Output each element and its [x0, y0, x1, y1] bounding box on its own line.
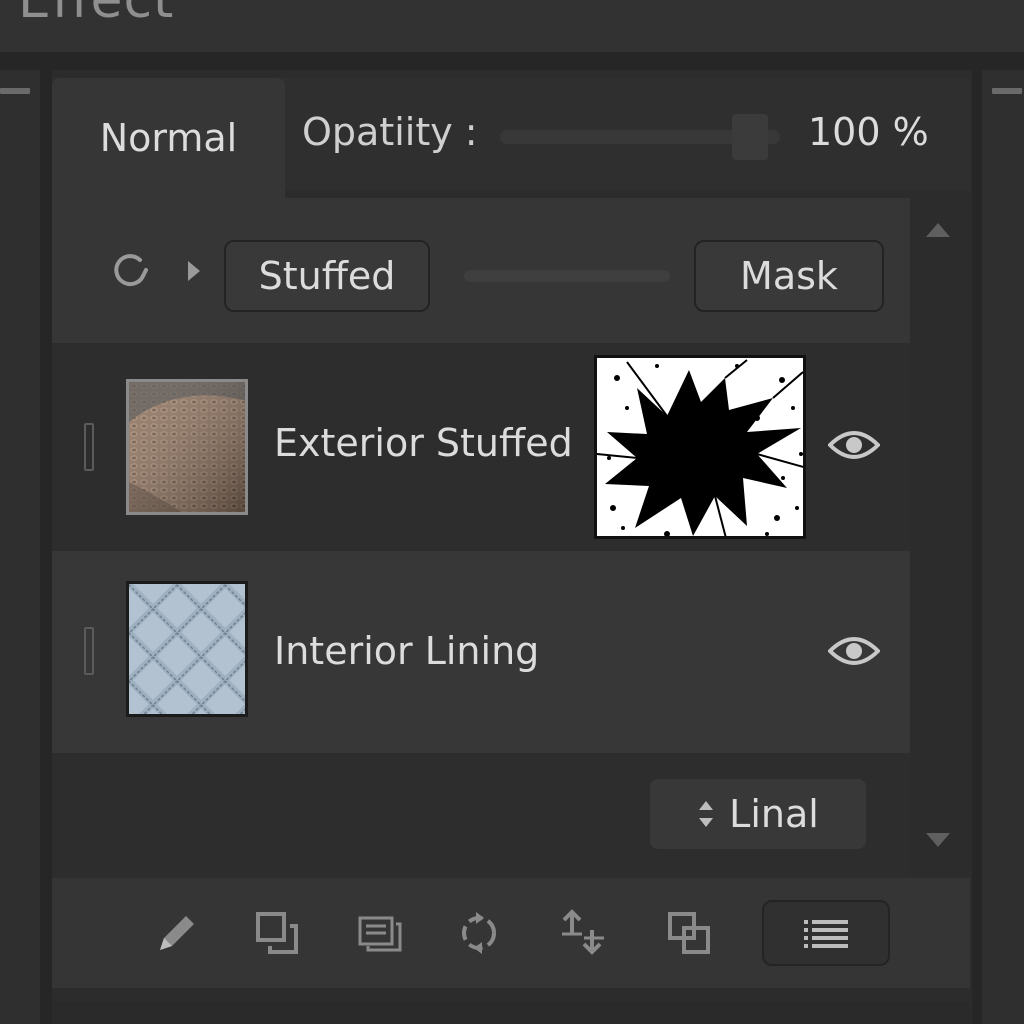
- expand-arrow-icon[interactable]: [184, 258, 204, 284]
- blend-bar: Normal Opatiity : 100 %: [52, 78, 970, 198]
- pencil-icon[interactable]: [152, 908, 202, 958]
- drag-handle[interactable]: [84, 423, 94, 471]
- visibility-eye-icon[interactable]: [828, 427, 880, 463]
- opacity-label: Opatiity :: [302, 110, 478, 154]
- collapse-handle[interactable]: [0, 88, 30, 94]
- title-bar: Effect: [0, 0, 1024, 52]
- collapse-handle[interactable]: [992, 88, 1022, 94]
- list-icon: [804, 920, 848, 948]
- layers-panel-window: Effect Normal Opatiity : 100 % Stuffed M…: [0, 0, 1024, 1024]
- layers-stack-icon[interactable]: [356, 908, 406, 958]
- group-row[interactable]: Stuffed Mask: [52, 198, 910, 343]
- knit-texture-image: [129, 382, 245, 512]
- layer-name[interactable]: Interior Lining: [274, 629, 539, 673]
- rotate-icon[interactable]: [454, 908, 504, 958]
- layer-row-interior-lining[interactable]: Interior Lining: [52, 551, 910, 753]
- link-connector: [464, 270, 670, 282]
- layer-list: Stuffed Mask Exterior Stuffed Interior L…: [52, 198, 910, 878]
- panel-bottom-edge: [52, 1002, 970, 1024]
- layers-panel: Normal Opatiity : 100 % Stuffed Mask Ext…: [52, 70, 972, 1024]
- drag-handle[interactable]: [84, 627, 94, 675]
- layer-mask-thumbnail[interactable]: [594, 355, 806, 539]
- right-side-panel: [982, 70, 1024, 1024]
- scroll-up-arrow-icon[interactable]: [924, 220, 952, 240]
- left-side-panel: [0, 70, 40, 1024]
- arrange-icon[interactable]: [666, 908, 716, 958]
- scroll-down-arrow-icon[interactable]: [924, 830, 952, 850]
- splatter-mask-image: [597, 358, 803, 536]
- layer-thumbnail-knit[interactable]: [126, 379, 248, 515]
- linal-label: Linal: [729, 792, 819, 836]
- layer-name[interactable]: Exterior Stuffed: [274, 421, 573, 465]
- duplicate-icon[interactable]: [252, 908, 302, 958]
- visibility-eye-icon[interactable]: [828, 633, 880, 669]
- layer-row-exterior-stuffed[interactable]: Exterior Stuffed: [52, 343, 910, 551]
- mask-button[interactable]: Mask: [694, 240, 884, 312]
- layer-menu-button[interactable]: [762, 900, 890, 966]
- up-down-icon: [699, 801, 714, 827]
- linal-button[interactable]: Linal: [650, 779, 866, 849]
- opacity-slider-thumb[interactable]: [732, 114, 768, 160]
- blend-mode-select[interactable]: Normal: [52, 78, 285, 198]
- layer-thumbnail-quilt[interactable]: [126, 581, 248, 717]
- move-icon[interactable]: [558, 908, 608, 958]
- list-footer: Linal: [52, 753, 910, 878]
- window-title: Effect: [18, 0, 175, 30]
- stuffed-group-button[interactable]: Stuffed: [224, 240, 430, 312]
- refresh-icon[interactable]: [110, 250, 150, 290]
- layer-toolbar: [52, 878, 970, 988]
- quilted-texture-image: [129, 584, 245, 714]
- opacity-value: 100 %: [808, 110, 929, 154]
